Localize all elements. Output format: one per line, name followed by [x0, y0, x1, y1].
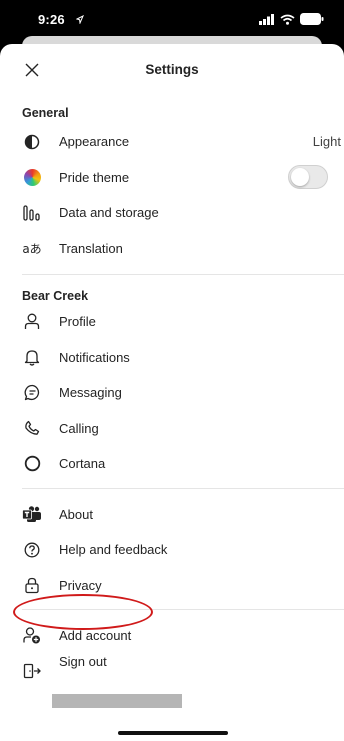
- data-storage-icon: [22, 203, 42, 223]
- chat-icon: [22, 383, 42, 403]
- settings-item-profile[interactable]: Profile: [0, 304, 344, 340]
- appearance-value: Light: [312, 134, 341, 150]
- settings-item-label: Data and storage: [59, 205, 159, 221]
- settings-item-label: Appearance: [59, 134, 130, 150]
- pride-theme-icon: [22, 167, 42, 187]
- pride-theme-toggle[interactable]: [288, 165, 328, 190]
- settings-item-calling[interactable]: Calling: [0, 411, 344, 447]
- settings-item-about[interactable]: About: [0, 497, 344, 533]
- settings-item-label: Help and feedback: [59, 542, 168, 558]
- settings-item-label: About: [59, 506, 93, 522]
- redacted-account-info: [52, 694, 182, 708]
- settings-item-privacy[interactable]: Privacy: [0, 568, 344, 604]
- lock-icon: [22, 575, 42, 595]
- battery-icon: [300, 13, 324, 25]
- translation-icon: aあ: [22, 241, 42, 256]
- settings-item-data-storage[interactable]: Data and storage: [0, 195, 344, 231]
- settings-item-label: Messaging: [59, 385, 122, 401]
- settings-item-help[interactable]: Help and feedback: [0, 532, 344, 568]
- toggle-knob: [291, 168, 309, 187]
- settings-item-label: Profile: [59, 314, 96, 330]
- status-bar: 9:26: [0, 0, 344, 40]
- settings-item-pride-theme[interactable]: Pride theme: [0, 160, 344, 196]
- wifi-icon: [280, 14, 295, 25]
- add-account-icon: [22, 626, 42, 646]
- settings-item-appearance[interactable]: Appearance Light: [0, 124, 344, 160]
- location-arrow-icon: [76, 15, 84, 24]
- page-title: Settings: [145, 62, 199, 77]
- settings-item-label: Calling: [59, 420, 99, 436]
- settings-item-label: Add account: [59, 628, 132, 644]
- settings-item-label: Privacy: [59, 577, 102, 593]
- settings-item-messaging[interactable]: Messaging: [0, 375, 344, 411]
- cellular-signal-icon: [259, 13, 274, 25]
- settings-item-cortana[interactable]: Cortana: [0, 446, 344, 482]
- settings-item-sign-out[interactable]: Sign out: [0, 654, 344, 690]
- bell-icon: [22, 347, 42, 367]
- home-indicator: [118, 731, 228, 735]
- settings-item-label: Notifications: [59, 349, 130, 365]
- settings-item-notifications[interactable]: Notifications: [0, 340, 344, 376]
- status-time: 9:26: [38, 12, 65, 27]
- header: Settings: [0, 44, 344, 96]
- settings-sheet: Settings General Appearance Light Pride …: [0, 44, 344, 741]
- settings-item-add-account[interactable]: Add account: [0, 618, 344, 654]
- sign-out-icon: [22, 661, 42, 681]
- section-title-general: General: [22, 106, 69, 120]
- appearance-icon: [22, 132, 42, 152]
- section-title-org: Bear Creek: [22, 289, 89, 303]
- teams-logo-icon: [22, 504, 42, 524]
- settings-item-label: Pride theme: [59, 169, 130, 185]
- help-icon: [22, 540, 42, 560]
- profile-icon: [22, 312, 42, 332]
- settings-item-label: Translation: [59, 240, 123, 256]
- cortana-icon: [22, 454, 42, 474]
- phone-icon: [22, 418, 42, 438]
- settings-item-label: Sign out: [59, 653, 107, 669]
- settings-item-label: Cortana: [59, 456, 106, 472]
- settings-item-translation[interactable]: aあ Translation: [0, 231, 344, 267]
